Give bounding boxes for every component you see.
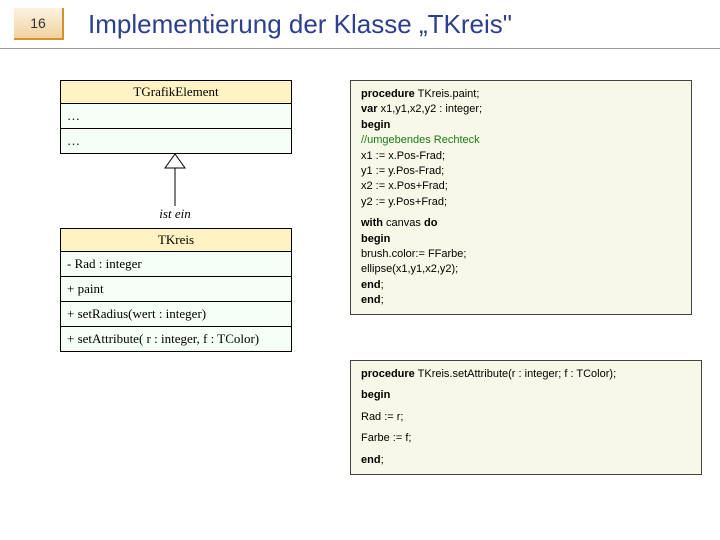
uml-parent-name: TGrafikElement (61, 81, 291, 104)
slide-title: Implementierung der Klasse „TKreis" (88, 9, 512, 40)
slide-header: 16 Implementierung der Klasse „TKreis" (0, 0, 720, 49)
arrow-icon (160, 154, 190, 209)
uml-child-op3: + setAttribute( r : integer, f : TColor) (61, 327, 291, 351)
slide-number: 16 (14, 8, 64, 40)
relation-label: ist ein (159, 206, 190, 222)
code-setattribute: procedure TKreis.setAttribute(r : intege… (350, 360, 702, 475)
uml-parent-attrs: … (61, 104, 291, 129)
uml-parent-ops: … (61, 129, 291, 153)
uml-child-op1: + paint (61, 277, 291, 302)
uml-child-class: TKreis - Rad : integer + paint + setRadi… (60, 228, 292, 352)
uml-child-op2: + setRadius(wert : integer) (61, 302, 291, 327)
uml-child-attr: - Rad : integer (61, 252, 291, 277)
uml-column: TGrafikElement … … ist ein TKreis - Rad … (60, 80, 300, 352)
uml-parent-class: TGrafikElement … … (60, 80, 292, 154)
uml-child-name: TKreis (61, 229, 291, 252)
inheritance-arrow: ist ein (60, 154, 290, 224)
code-paint: procedure TKreis.paint; var x1,y1,x2,y2 … (350, 80, 692, 315)
